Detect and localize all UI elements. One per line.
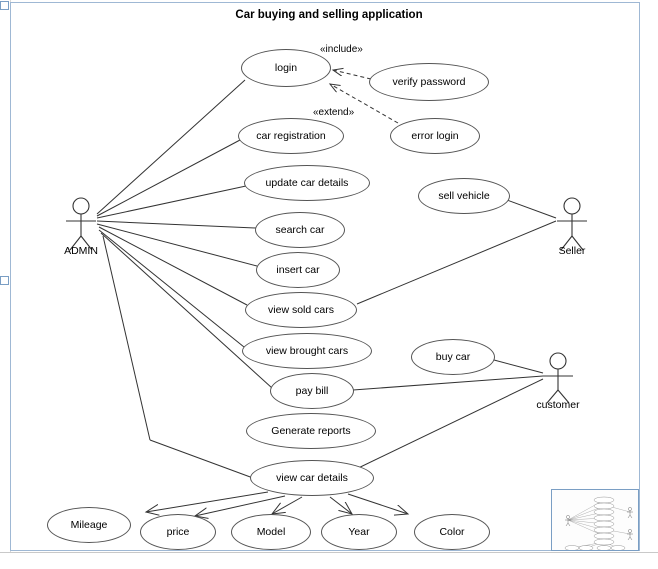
edge-details-year bbox=[329, 496, 352, 514]
actor-label-seller: Seller bbox=[558, 245, 586, 257]
customer-associations bbox=[349, 359, 544, 473]
usecase-label: login bbox=[274, 62, 298, 74]
usecase-price[interactable]: price bbox=[140, 514, 216, 550]
usecase-label: Year bbox=[348, 526, 370, 538]
edge-admin-view-car-details bbox=[149, 439, 254, 479]
edge-admin-view-brought-cars bbox=[98, 229, 245, 348]
stereotype-include-label: «include» bbox=[320, 44, 363, 55]
usecase-view-sold-cars[interactable]: view sold cars bbox=[245, 292, 357, 328]
usecase-label: verify password bbox=[392, 76, 466, 88]
usecase-error-login[interactable]: error login bbox=[390, 118, 480, 154]
usecase-view-car-details[interactable]: view car details bbox=[250, 460, 374, 496]
edge-admin-login bbox=[96, 79, 246, 215]
edge-details-mileage bbox=[146, 491, 269, 512]
usecase-generate-reports[interactable]: Generate reports bbox=[246, 413, 376, 449]
usecase-model[interactable]: Model bbox=[231, 514, 311, 550]
edge-seller-sell-vehicle bbox=[506, 199, 557, 219]
usecase-label: pay bill bbox=[295, 385, 329, 397]
usecase-label: insert car bbox=[276, 264, 320, 276]
actor-customer[interactable] bbox=[543, 352, 573, 404]
minimap-overview[interactable] bbox=[551, 489, 639, 551]
usecase-label: error login bbox=[411, 130, 459, 142]
edge-admin-search-car bbox=[96, 220, 257, 229]
usecase-label: view brought cars bbox=[265, 345, 349, 357]
usecase-pay-bill[interactable]: pay bill bbox=[270, 373, 354, 409]
edge-customer-view-car-details bbox=[349, 378, 544, 473]
edge-details-model bbox=[272, 496, 303, 514]
usecase-search-car[interactable]: search car bbox=[255, 212, 345, 248]
usecase-label: update car details bbox=[265, 177, 349, 189]
seller-associations bbox=[356, 199, 557, 305]
usecase-label: car registration bbox=[256, 130, 326, 142]
actor-admin[interactable] bbox=[66, 197, 96, 251]
usecase-buy-car[interactable]: buy car bbox=[411, 339, 495, 375]
usecase-label: search car bbox=[275, 224, 325, 236]
edge-customer-buy-car bbox=[493, 359, 544, 374]
edge-admin-update-car-details bbox=[96, 185, 247, 219]
usecase-insert-car[interactable]: insert car bbox=[256, 252, 340, 288]
edge-customer-pay-bill bbox=[352, 375, 544, 391]
usecase-login[interactable]: login bbox=[241, 49, 331, 87]
usecase-label: buy car bbox=[435, 351, 471, 363]
edge-details-price bbox=[195, 495, 286, 516]
usecase-label: sell vehicle bbox=[438, 190, 490, 202]
usecase-label: view car details bbox=[276, 472, 348, 484]
usecase-label: view sold cars bbox=[268, 304, 334, 316]
edge-admin-car-registration bbox=[96, 139, 241, 217]
window-bottom-strip bbox=[0, 552, 658, 569]
usecase-update-car-details[interactable]: update car details bbox=[244, 165, 370, 201]
usecase-label: Mileage bbox=[70, 519, 108, 531]
usecase-label: Color bbox=[439, 526, 465, 538]
actor-label-admin: ADMIN bbox=[64, 245, 98, 257]
edge-admin-insert-car bbox=[96, 223, 258, 267]
usecase-label: price bbox=[166, 526, 190, 538]
edge-admin-view-sold-cars bbox=[98, 226, 248, 306]
usecase-year[interactable]: Year bbox=[321, 514, 397, 550]
view-car-details-generalizations bbox=[146, 491, 408, 516]
diagram-canvas: Car buying and selling application login… bbox=[0, 0, 658, 569]
usecase-label: Generate reports bbox=[271, 425, 351, 437]
usecase-car-registration[interactable]: car registration bbox=[238, 118, 344, 154]
actor-seller[interactable] bbox=[557, 197, 587, 251]
stereotype-extend-label: «extend» bbox=[313, 107, 355, 118]
usecase-label: Model bbox=[256, 526, 286, 538]
edge-seller-view-sold-cars bbox=[356, 220, 557, 305]
usecase-verify-password[interactable]: verify password bbox=[369, 63, 489, 101]
usecase-sell-vehicle[interactable]: sell vehicle bbox=[418, 178, 510, 214]
usecase-view-brought-cars[interactable]: view brought cars bbox=[242, 333, 372, 369]
minimap-content bbox=[564, 496, 633, 550]
usecase-mileage[interactable]: Mileage bbox=[47, 507, 131, 543]
edge-admin-generate-reports-bend bbox=[102, 235, 151, 441]
usecase-color[interactable]: Color bbox=[414, 514, 490, 550]
actor-label-customer: customer bbox=[536, 399, 580, 411]
edge-include-verify-password bbox=[333, 70, 372, 80]
edge-details-color bbox=[347, 493, 408, 514]
